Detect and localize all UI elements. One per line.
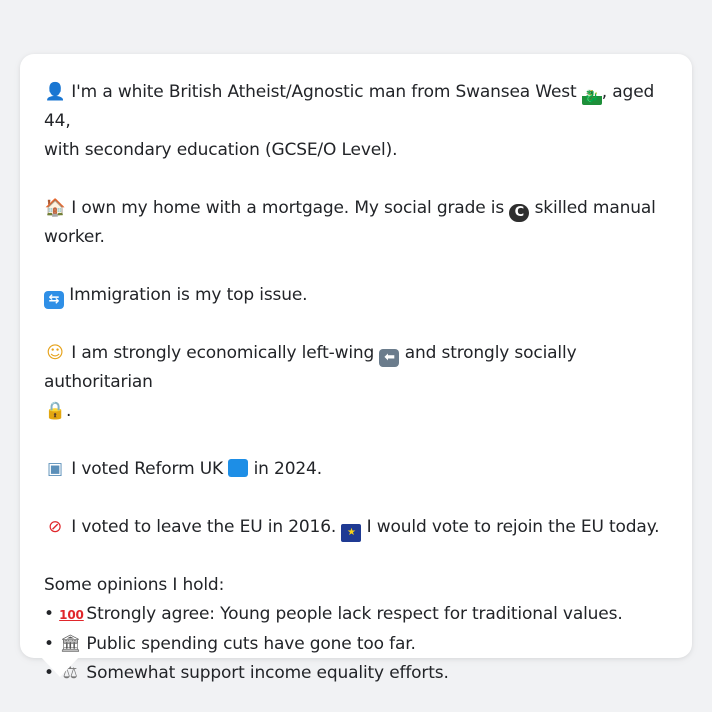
bullet: • — [44, 634, 54, 654]
ideology-text: I am strongly economically left-wing — [71, 343, 375, 363]
eu-2016-text: I voted to leave the EU in 2016. — [71, 517, 337, 537]
top-issue-paragraph: ⇆ Immigration is my top issue. — [44, 281, 674, 310]
opinion-text: Somewhat support income equality efforts… — [86, 663, 449, 683]
vote-2024-paragraph: ▣ I voted Reform UK in 2024. — [44, 455, 674, 484]
person-icon: 👤 — [44, 82, 66, 102]
opinion-item: • 🏛 Public spending cuts have gone too f… — [44, 630, 674, 659]
left-arrow-icon: ⬅ — [379, 349, 400, 367]
passport-control-icon: ⇆ — [44, 291, 64, 309]
ideology-end: . — [66, 401, 72, 421]
grade-c-icon: C — [509, 204, 530, 222]
classical-building-icon: 🏛 — [59, 634, 81, 654]
reform-blue-square-icon — [228, 459, 249, 477]
opinion-text: Public spending cuts have gone too far. — [86, 634, 416, 654]
thinking-face-icon: ☺ — [46, 343, 64, 363]
eu-rejoin-text: I would vote to rejoin the EU today. — [366, 517, 660, 537]
ballot-box-icon: ▣ — [47, 459, 63, 479]
eu-paragraph: ⊘ I voted to leave the EU in 2016. ★ I w… — [44, 513, 674, 542]
identity-text: I'm a white British Atheist/Agnostic man… — [71, 82, 577, 102]
bullet: • — [44, 604, 54, 624]
grade-label: skilled manual — [534, 198, 656, 218]
prohibited-icon: ⊘ — [47, 517, 63, 537]
ideology-paragraph: ☺ I am strongly economically left-wing ⬅… — [44, 339, 674, 426]
housing-paragraph: 🏠 I own my home with a mortgage. My soci… — [44, 194, 674, 252]
persona-message-bubble: 👤 I'm a white British Atheist/Agnostic m… — [20, 54, 692, 683]
opinion-item: • 100 Strongly agree: Young people lack … — [44, 600, 674, 630]
lock-icon: 🔒 — [44, 401, 66, 421]
education-text: with secondary education (GCSE/O Level). — [44, 140, 398, 160]
eu-flag-icon: ★ — [341, 524, 362, 542]
vote-2024-text: I voted Reform UK — [71, 459, 224, 479]
opinion-item: • ⚖ Somewhat support income equality eff… — [44, 659, 674, 688]
opinion-text: Strongly agree: Young people lack respec… — [86, 604, 623, 624]
hundred-points-icon: 100 — [59, 608, 84, 622]
opinions-heading: Some opinions I hold: — [44, 575, 225, 595]
opinions-section: Some opinions I hold: • 100 Strongly agr… — [44, 571, 674, 688]
housing-text: I own my home with a mortgage. My social… — [71, 198, 505, 218]
message-bubble-tail — [40, 656, 80, 677]
grade-label-cont: worker. — [44, 227, 105, 247]
persona-description: 👤 I'm a white British Atheist/Agnostic m… — [44, 78, 674, 688]
top-issue-text: Immigration is my top issue. — [69, 285, 308, 305]
vote-2024-year: in 2024. — [253, 459, 323, 479]
house-icon: 🏠 — [44, 198, 66, 218]
identity-paragraph: 👤 I'm a white British Atheist/Agnostic m… — [44, 78, 674, 165]
wales-flag-icon: 🐉 — [581, 87, 602, 105]
